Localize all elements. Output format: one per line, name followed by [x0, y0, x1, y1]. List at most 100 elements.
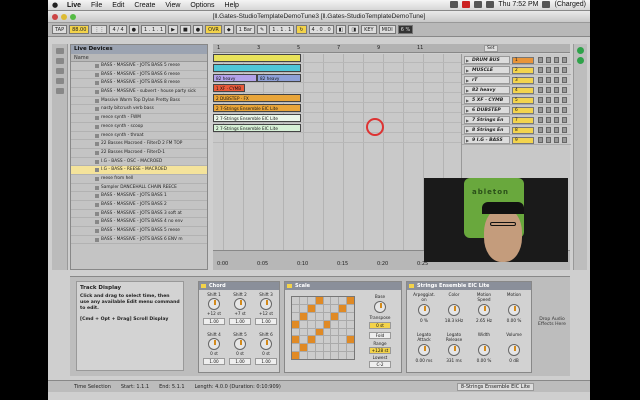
mute-button[interactable] [538, 137, 543, 143]
mute-button[interactable] [538, 107, 543, 113]
key-map-button[interactable]: KEY [361, 25, 377, 34]
arm-button[interactable] [554, 77, 559, 83]
scale-cell[interactable] [299, 320, 307, 328]
menu-options[interactable]: Options [185, 2, 219, 9]
instrument-param-knob[interactable] [478, 304, 490, 316]
scale-cell[interactable] [347, 297, 354, 304]
groove-icon[interactable]: ● [128, 25, 140, 34]
browser-item[interactable]: I.G - BASS - REESE - MACROED [71, 166, 207, 175]
scale-cell[interactable] [299, 344, 307, 352]
track-header[interactable]: 82 heavy4 [462, 86, 571, 95]
scale-cell[interactable] [331, 320, 339, 328]
shift-knob[interactable] [208, 338, 220, 350]
scale-cell[interactable] [347, 352, 354, 359]
scale-cell[interactable] [331, 344, 339, 352]
arrangement-clip[interactable]: 2 7-Strings Ensemble EIC Lite [213, 104, 301, 112]
scale-cell[interactable] [315, 336, 323, 344]
arrangement-clip[interactable]: 2 7-Strings Ensemble EIC Lite [213, 124, 301, 132]
scale-cell[interactable] [347, 320, 354, 328]
browser-tab-icon[interactable] [55, 48, 64, 54]
loop-length-field[interactable]: 4 . 0 . 0 [308, 25, 334, 34]
browser-item[interactable]: BASS - MASSIVE - JOTS BASS 8 reese [71, 79, 207, 89]
scale-cell[interactable] [347, 312, 354, 320]
track-number[interactable]: 3 [512, 77, 534, 84]
track-name[interactable]: 6 DUBSTEP [464, 106, 510, 114]
scale-cell[interactable] [307, 312, 315, 320]
arm-button[interactable] [554, 57, 559, 63]
track-number[interactable]: 1 [512, 57, 534, 64]
scale-cell[interactable] [292, 352, 299, 359]
browser-item[interactable]: I.G - BASS - OSC - MACROED [71, 158, 207, 167]
track-header[interactable]: 8 Strings En8 [462, 126, 571, 135]
solo-button[interactable] [546, 97, 551, 103]
browser-item[interactable]: BASS - MASSIVE - JOTS BASS 3 soft at [71, 210, 207, 219]
track-header[interactable]: DRUM BUS1 [462, 56, 571, 65]
velocity-field[interactable]: 1.00 [255, 358, 277, 365]
arrangement-clip[interactable]: 2 7-Strings Ensemble EIC Lite [213, 114, 301, 122]
browser-item[interactable]: BASS - MASSIVE - JOTS BASS 5 reese [71, 62, 207, 71]
browser-tab-icon[interactable] [55, 78, 64, 84]
browser-tab-icon[interactable] [55, 68, 64, 74]
scale-cell[interactable] [315, 328, 323, 336]
track-header[interactable]: 7 Strings En7 [462, 116, 571, 125]
scale-cell[interactable] [315, 297, 323, 304]
browser-item[interactable]: Sampler DANCEHALL CHAIN REECE [71, 184, 207, 193]
scale-cell[interactable] [307, 352, 315, 359]
velocity-field[interactable]: 1.00 [229, 358, 251, 365]
track-name[interactable]: 5 XF · CYMB [464, 96, 510, 104]
track-header[interactable]: MUSCLE2 [462, 66, 571, 75]
scroll-indicator-icon[interactable] [577, 57, 584, 64]
scale-cell[interactable] [331, 304, 339, 312]
tempo-field[interactable]: 88.00 [69, 25, 90, 34]
scale-cell[interactable] [339, 320, 347, 328]
browser-tab-icon[interactable] [55, 88, 64, 94]
browser-item[interactable]: reece synth - throat [71, 132, 207, 141]
scale-cell[interactable] [323, 320, 331, 328]
scale-cell[interactable] [292, 328, 299, 336]
solo-button[interactable] [546, 67, 551, 73]
scale-cell[interactable] [307, 344, 315, 352]
instrument-param-knob[interactable] [508, 344, 520, 356]
track-header[interactable]: 6 DUBSTEP6 [462, 106, 571, 115]
lowest-value[interactable]: C-2 [369, 361, 391, 368]
scale-cell[interactable] [347, 344, 354, 352]
scale-cell[interactable] [323, 352, 331, 359]
scale-cell[interactable] [323, 344, 331, 352]
shift-knob[interactable] [234, 298, 246, 310]
scale-cell[interactable] [307, 320, 315, 328]
range-value[interactable]: +128 st [369, 347, 391, 354]
shift-knob[interactable] [260, 298, 272, 310]
transpose-value[interactable]: 0 st [369, 322, 391, 329]
mute-button[interactable] [538, 57, 543, 63]
track-header[interactable]: 9 I.G - BASS9 [462, 136, 571, 145]
scale-cell[interactable] [347, 336, 354, 344]
track-number[interactable]: 6 [512, 107, 534, 114]
loop-start-field[interactable]: 1 . 1 . 1 [269, 25, 295, 34]
scale-cell[interactable] [315, 304, 323, 312]
scale-cell[interactable] [323, 328, 331, 336]
track-number[interactable]: 2 [512, 67, 534, 74]
scale-cell[interactable] [347, 328, 354, 336]
play-button[interactable]: ▶ [168, 25, 178, 34]
mute-button[interactable] [538, 97, 543, 103]
chord-title[interactable]: Chord [199, 282, 279, 290]
apple-menu-icon[interactable]: ● [48, 1, 62, 9]
set-button[interactable]: Set [484, 45, 498, 52]
arm-button[interactable] [554, 97, 559, 103]
position-field[interactable]: 1 . 1 . 1 [141, 25, 167, 34]
track-name[interactable]: 7 Strings En [464, 116, 510, 124]
track-lane[interactable] [213, 134, 461, 143]
menu-edit[interactable]: Edit [107, 2, 129, 9]
solo-button[interactable] [546, 57, 551, 63]
track-name[interactable]: rT [464, 76, 510, 84]
scale-cell[interactable] [315, 344, 323, 352]
quantize-menu[interactable]: 1 Bar [235, 25, 256, 34]
automation-button[interactable]: ◆ [223, 25, 234, 34]
record-button[interactable]: ● [192, 25, 204, 34]
browser-item[interactable]: BASS - MASSIVE - JOTS BASS 5 reese [71, 227, 207, 236]
browser-item[interactable]: Massive Warm Top Dylan Pretty Bass [71, 97, 207, 106]
scale-cell[interactable] [339, 352, 347, 359]
vertical-scrollbar[interactable] [573, 44, 587, 270]
browser-item[interactable]: BASS - MASSIVE - JOTS BASS 6 reese [71, 71, 207, 80]
scale-cell[interactable] [292, 344, 299, 352]
